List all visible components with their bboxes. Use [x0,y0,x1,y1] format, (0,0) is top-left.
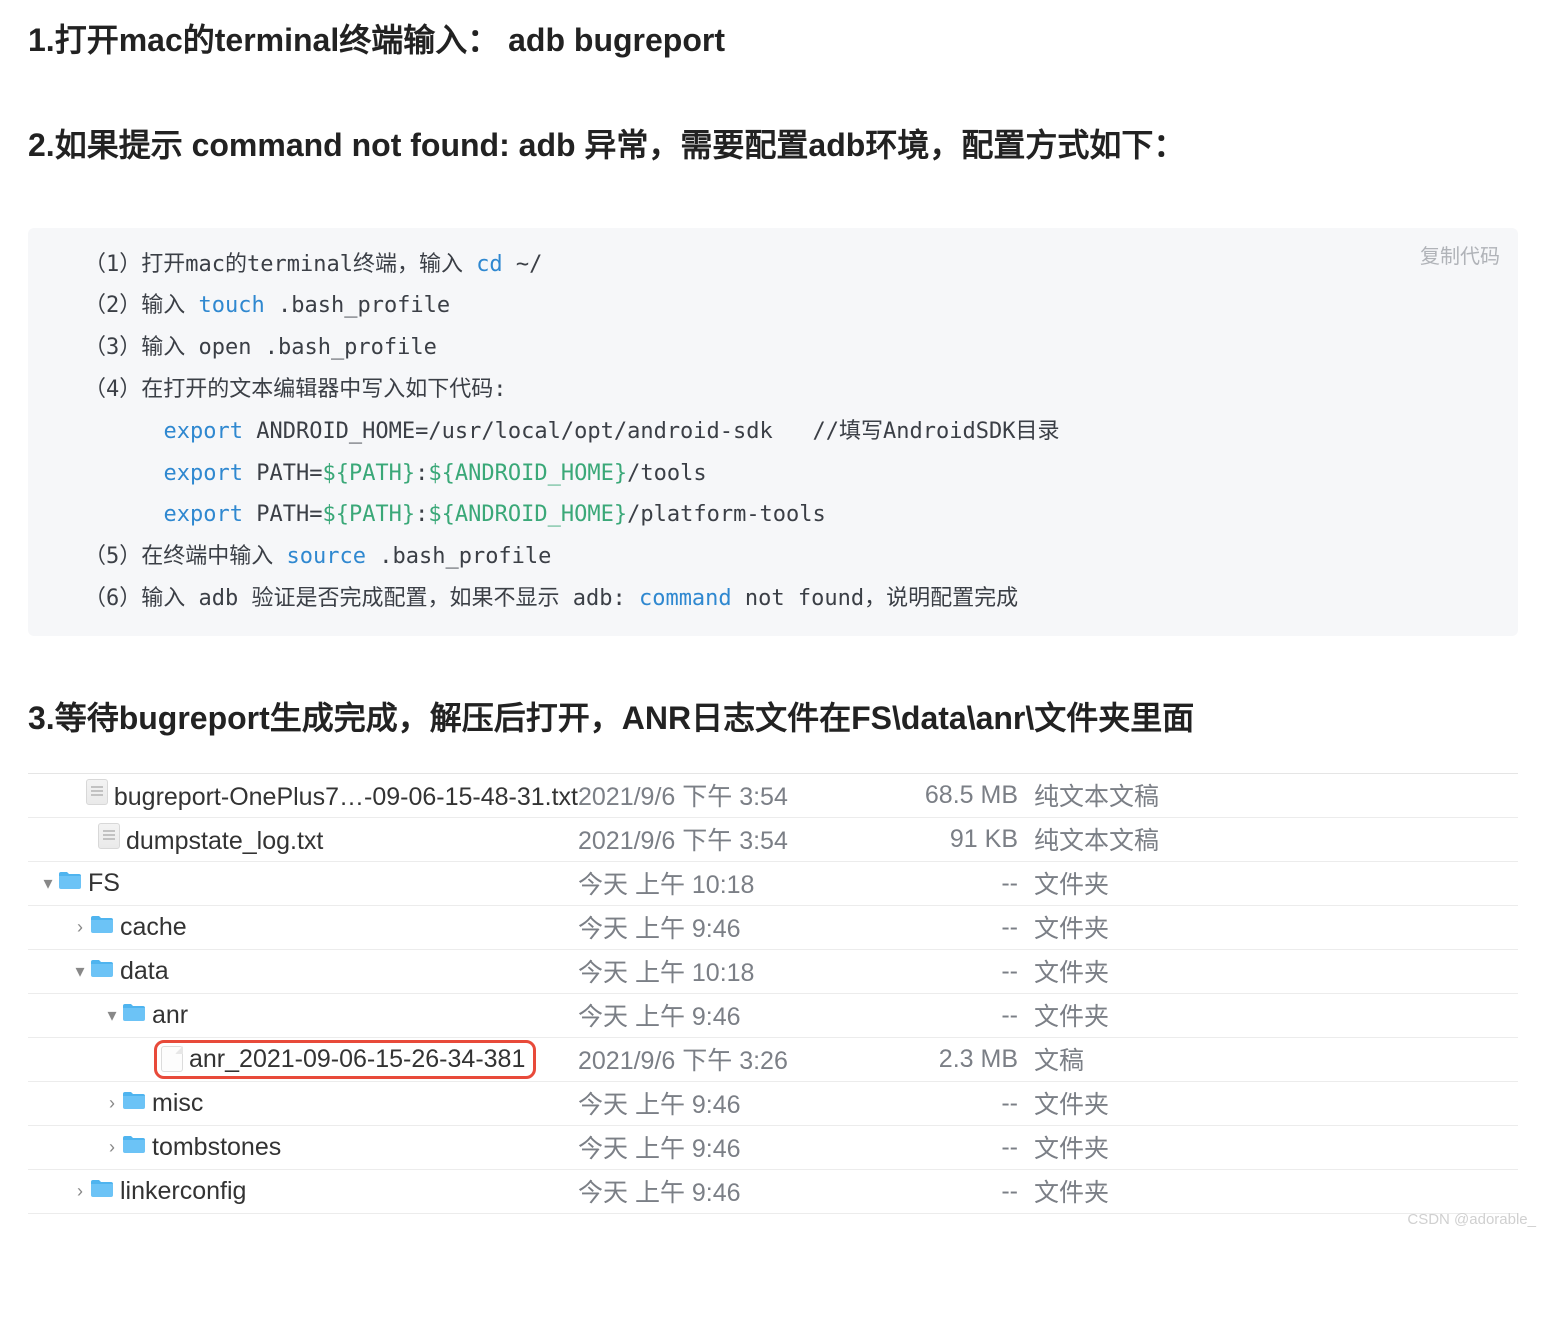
file-size: -- [898,957,1030,986]
file-size: -- [898,869,1030,898]
file-size: -- [898,1089,1030,1118]
file-kind: 文稿 [1030,1041,1518,1077]
file-date: 今天 上午 10:18 [578,865,898,901]
table-row[interactable]: › tombstones 今天 上午 9:46--文件夹 [28,1126,1518,1170]
file-kind: 文件夹 [1030,953,1518,989]
disclosure-triangle-icon[interactable]: ▾ [38,873,58,894]
table-row[interactable]: › cache 今天 上午 9:46--文件夹 [28,906,1518,950]
file-name: misc [152,1089,203,1117]
file-name: FS [88,869,120,897]
disclosure-triangle-icon[interactable]: ▾ [102,1005,122,1026]
table-row[interactable]: dumpstate_log.txt 2021/9/6 下午 3:5491 KB纯文… [28,818,1518,862]
file-size: 91 KB [898,825,1030,854]
file-kind: 纯文本文稿 [1030,777,1518,813]
heading-2: 2.如果提示 command not found: adb 异常，需要配置adb… [28,123,1518,168]
folder-icon [90,913,114,937]
text-document-icon [98,823,120,849]
folder-icon [90,1177,114,1201]
folder-icon [122,1133,146,1157]
table-row[interactable]: › misc 今天 上午 9:46--文件夹 [28,1082,1518,1126]
table-row[interactable]: bugreport-OnePlus7…-09-06-15-48-31.txt20… [28,774,1518,818]
file-date: 2021/9/6 下午 3:54 [578,777,898,813]
file-name: anr_2021-09-06-15-26-34-381 [189,1045,525,1074]
disclosure-triangle-icon[interactable]: › [70,917,90,938]
file-date: 今天 上午 9:46 [578,1173,898,1209]
file-date: 2021/9/6 下午 3:26 [578,1041,898,1077]
heading-3: 3.等待bugreport生成完成，解压后打开，ANR日志文件在FS\data\… [28,696,1518,741]
file-date: 今天 上午 10:18 [578,953,898,989]
file-kind: 文件夹 [1030,997,1518,1033]
folder-icon [122,1089,146,1113]
table-row[interactable]: ▾ FS 今天 上午 10:18--文件夹 [28,862,1518,906]
file-name: dumpstate_log.txt [126,827,323,855]
table-row[interactable]: ▾ data 今天 上午 10:18--文件夹 [28,950,1518,994]
copy-code-button[interactable]: 复制代码 [1420,238,1500,276]
file-name: linkerconfig [120,1177,246,1205]
watermark: CSDN @adorable_ [1407,1211,1536,1228]
file-date: 今天 上午 9:46 [578,1085,898,1121]
file-date: 今天 上午 9:46 [578,909,898,945]
table-row[interactable]: ▾ anr 今天 上午 9:46--文件夹 [28,994,1518,1038]
disclosure-triangle-icon[interactable]: › [102,1137,122,1158]
file-size: -- [898,1001,1030,1030]
table-row[interactable]: › linkerconfig 今天 上午 9:46--文件夹 [28,1170,1518,1214]
file-name: tombstones [152,1133,281,1161]
document-icon [161,1046,183,1072]
file-tree: bugreport-OnePlus7…-09-06-15-48-31.txt20… [28,773,1518,1214]
file-size: -- [898,1133,1030,1162]
file-kind: 文件夹 [1030,865,1518,901]
file-name: data [120,957,169,985]
disclosure-triangle-icon[interactable]: › [102,1093,122,1114]
folder-icon [58,869,82,893]
text-document-icon [86,779,108,805]
file-name: cache [120,913,187,941]
folder-icon [90,957,114,981]
heading-1: 1.打开mac的terminal终端输入： adb bugreport [28,18,1518,63]
file-kind: 文件夹 [1030,1173,1518,1209]
file-kind: 纯文本文稿 [1030,821,1518,857]
file-size: -- [898,1177,1030,1206]
file-name: bugreport-OnePlus7…-09-06-15-48-31.txt [114,783,578,811]
file-kind: 文件夹 [1030,1085,1518,1121]
file-date: 今天 上午 9:46 [578,997,898,1033]
disclosure-triangle-icon[interactable]: ▾ [70,961,90,982]
file-date: 今天 上午 9:46 [578,1129,898,1165]
file-size: -- [898,913,1030,942]
file-kind: 文件夹 [1030,909,1518,945]
table-row[interactable]: anr_2021-09-06-15-26-34-381 2021/9/6 下午 3… [28,1038,1518,1082]
disclosure-triangle-icon[interactable]: › [70,1181,90,1202]
code-block: 复制代码 （1）打开mac的terminal终端，输入 cd ~/ （2）输入 … [28,228,1518,636]
file-size: 2.3 MB [898,1045,1030,1074]
page-root: 1.打开mac的terminal终端输入： adb bugreport 2.如果… [0,0,1546,1232]
file-date: 2021/9/6 下午 3:54 [578,821,898,857]
folder-icon [122,1001,146,1025]
file-size: 68.5 MB [898,781,1030,810]
file-name: anr [152,1001,188,1029]
file-kind: 文件夹 [1030,1129,1518,1165]
